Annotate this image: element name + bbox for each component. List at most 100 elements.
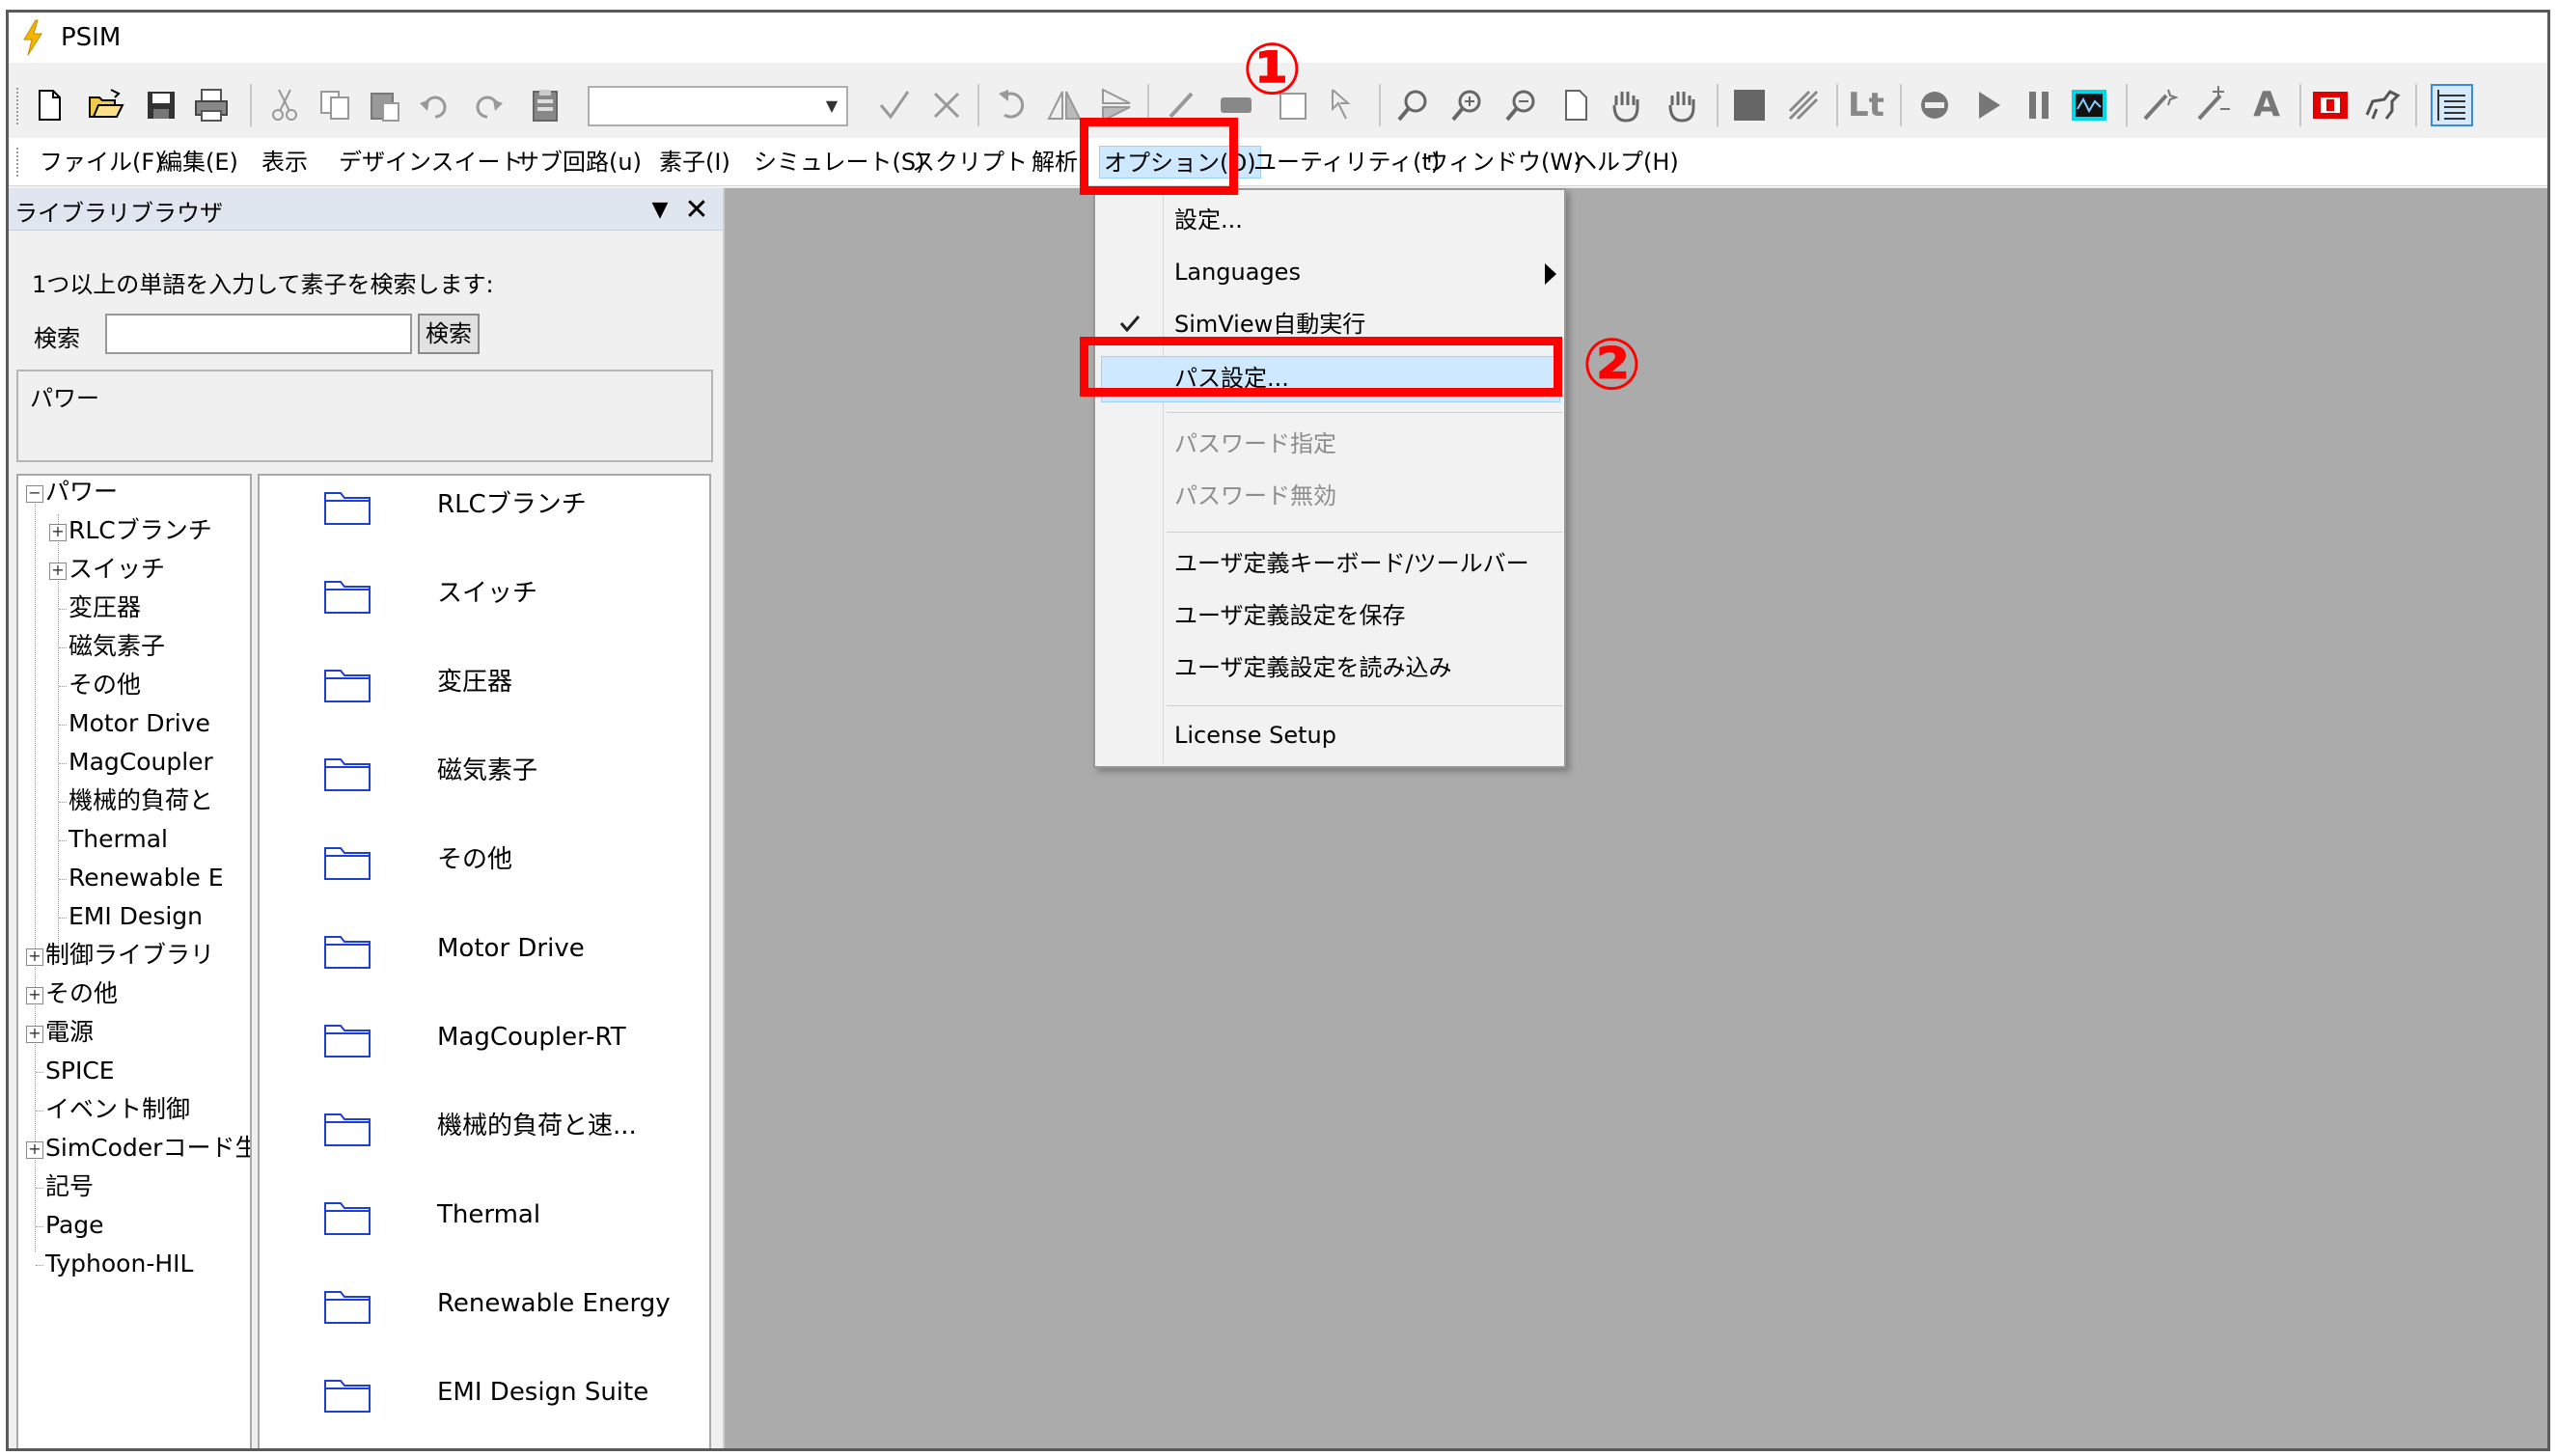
menu-analysis[interactable]: 解析	[1028, 146, 1082, 179]
tree-node-emi-design[interactable]: EMI Design	[69, 900, 203, 933]
menu-subcircuit[interactable]: サブ回路(u)	[512, 146, 646, 179]
tree-node-spice[interactable]: SPICE	[45, 1055, 115, 1087]
menu-item-languages[interactable]: Languages	[1174, 256, 1301, 288]
list-item[interactable]: RLCブランチ	[260, 476, 709, 534]
probe-icon[interactable]	[1784, 86, 1823, 124]
lt-tool-button[interactable]: Lt	[1848, 86, 1892, 124]
pause-icon[interactable]	[2020, 86, 2058, 124]
list-item[interactable]: MagCoupler-RT	[260, 1008, 709, 1066]
play-icon[interactable]	[1969, 86, 2008, 124]
zoom-combo-box[interactable]: ▼	[588, 86, 848, 126]
menu-file[interactable]: ファイル(F)	[36, 146, 168, 179]
menu-item-save-custom[interactable]: ユーザ定義設定を保存	[1174, 599, 1406, 632]
menu-help[interactable]: ヘルプ(H)	[1570, 146, 1683, 179]
tree-node-transformer[interactable]: 変圧器	[69, 591, 141, 624]
menu-design-suite[interactable]: デザインスイート	[335, 146, 528, 179]
list-item[interactable]: Thermal	[260, 1186, 709, 1244]
tree-node-mechanical-load[interactable]: 機械的負荷と	[69, 784, 213, 817]
select-arrow-icon[interactable]	[1327, 86, 1365, 124]
copy-icon[interactable]	[316, 86, 354, 124]
tree-node-other-root[interactable]: その他	[45, 977, 118, 1010]
menu-simulate[interactable]: シミュレート(S)	[750, 146, 928, 179]
list-item[interactable]: スイッチ	[260, 564, 709, 622]
save-icon[interactable]	[142, 86, 180, 124]
tree-node-renewable[interactable]: Renewable E	[69, 862, 224, 894]
wand-icon[interactable]	[2139, 86, 2178, 124]
pan-hand-icon[interactable]	[1607, 86, 1645, 124]
rotate-icon[interactable]	[993, 86, 1031, 124]
collapse-icon[interactable]: −	[26, 485, 43, 503]
menu-item-set-password: パスワード指定	[1174, 430, 1336, 457]
tree-node-typhoon-hil[interactable]: Typhoon-HIL	[45, 1248, 193, 1280]
simview-scope-icon[interactable]	[2070, 86, 2108, 124]
x-icon[interactable]	[927, 86, 966, 124]
tree-node-motor-drive[interactable]: Motor Drive	[69, 707, 210, 740]
flag-icon[interactable]	[2311, 86, 2350, 124]
list-item[interactable]: 変圧器	[260, 653, 709, 711]
zoom-icon[interactable]	[1394, 86, 1433, 124]
tree-node-magcoupler[interactable]: MagCoupler	[69, 746, 213, 779]
expand-icon[interactable]: +	[49, 524, 67, 541]
search-input[interactable]	[105, 314, 412, 354]
list-item[interactable]: 機械的負荷と速...	[260, 1097, 709, 1155]
chevron-down-icon[interactable]: ▼	[821, 96, 842, 117]
paste-icon[interactable]	[366, 86, 404, 124]
clipboard-icon[interactable]	[526, 86, 564, 124]
pan-hand-alt-icon[interactable]	[1663, 86, 1701, 124]
new-file-icon[interactable]	[30, 86, 69, 124]
block-icon[interactable]	[1730, 86, 1769, 124]
menu-item-settings[interactable]: 設定...	[1174, 204, 1243, 236]
tree-view-icon[interactable]	[2431, 84, 2473, 126]
check-icon[interactable]	[875, 86, 914, 124]
flip-horizontal-icon[interactable]	[1045, 86, 1084, 124]
menu-item-custom-keyboard[interactable]: ユーザ定義キーボード/ツールバー	[1174, 547, 1529, 580]
tree-node-simcoder[interactable]: SimCoderコード生	[45, 1132, 250, 1165]
open-folder-icon[interactable]	[86, 86, 124, 124]
menu-item-license-setup[interactable]: License Setup	[1174, 719, 1336, 752]
expand-icon[interactable]: +	[26, 987, 43, 1004]
expand-icon[interactable]: +	[49, 563, 67, 580]
tree-node-rlc[interactable]: RLCブランチ	[69, 514, 212, 547]
menu-item-simview-auto[interactable]: SimView自動実行	[1174, 308, 1365, 341]
menu-utility[interactable]: ユーティリティ(t)	[1250, 146, 1444, 179]
close-icon[interactable]: ✕	[680, 194, 713, 227]
search-button[interactable]: 検索	[418, 314, 480, 354]
menu-elements[interactable]: 素子(I)	[655, 146, 734, 179]
expand-icon[interactable]: +	[26, 1141, 43, 1159]
list-item[interactable]: Renewable Energy	[260, 1275, 709, 1332]
tree-node-magnetic[interactable]: 磁気素子	[69, 630, 165, 663]
menu-view[interactable]: 表示	[258, 146, 312, 179]
tree-node-sources[interactable]: 電源	[45, 1016, 94, 1049]
menu-edit[interactable]: 編集(E)	[155, 146, 242, 179]
tree-node-switch[interactable]: スイッチ	[69, 553, 165, 586]
folder-label: その他	[437, 845, 513, 874]
tree-node-thermal[interactable]: Thermal	[69, 823, 168, 856]
cut-icon[interactable]	[265, 86, 304, 124]
list-item[interactable]: 磁気素子	[260, 742, 709, 800]
print-icon[interactable]	[192, 86, 231, 124]
list-item[interactable]: その他	[260, 831, 709, 889]
tree-node-other[interactable]: その他	[69, 669, 141, 701]
tree-node-control[interactable]: 制御ライブラリ	[45, 939, 214, 972]
parameter-sweep-icon[interactable]	[2193, 86, 2232, 124]
menu-script[interactable]: スクリプト	[908, 146, 1031, 179]
panel-dropdown-icon[interactable]: ▼	[646, 196, 674, 225]
redo-icon[interactable]	[468, 86, 507, 124]
horse-icon[interactable]	[2363, 86, 2402, 124]
undo-icon[interactable]	[416, 86, 454, 124]
zoom-out-icon[interactable]	[1502, 86, 1541, 124]
menu-item-load-custom[interactable]: ユーザ定義設定を読み込み	[1174, 651, 1452, 684]
tree-node-power[interactable]: パワー	[45, 476, 118, 508]
zoom-in-icon[interactable]	[1448, 86, 1487, 124]
tree-node-symbols[interactable]: 記号	[45, 1170, 94, 1203]
text-tool-button[interactable]: A	[2247, 86, 2286, 124]
expand-icon[interactable]: +	[26, 948, 43, 966]
stop-icon[interactable]	[1915, 86, 1954, 124]
tree-node-event-control[interactable]: イベント制御	[45, 1093, 190, 1126]
list-item[interactable]: EMI Design Suite	[260, 1363, 709, 1421]
tree-node-page[interactable]: Page	[45, 1209, 104, 1242]
list-item[interactable]: Motor Drive	[260, 920, 709, 977]
expand-icon[interactable]: +	[26, 1026, 43, 1043]
menu-window[interactable]: ウィンドウ(W)	[1421, 146, 1585, 179]
page-icon[interactable]	[1556, 86, 1595, 124]
